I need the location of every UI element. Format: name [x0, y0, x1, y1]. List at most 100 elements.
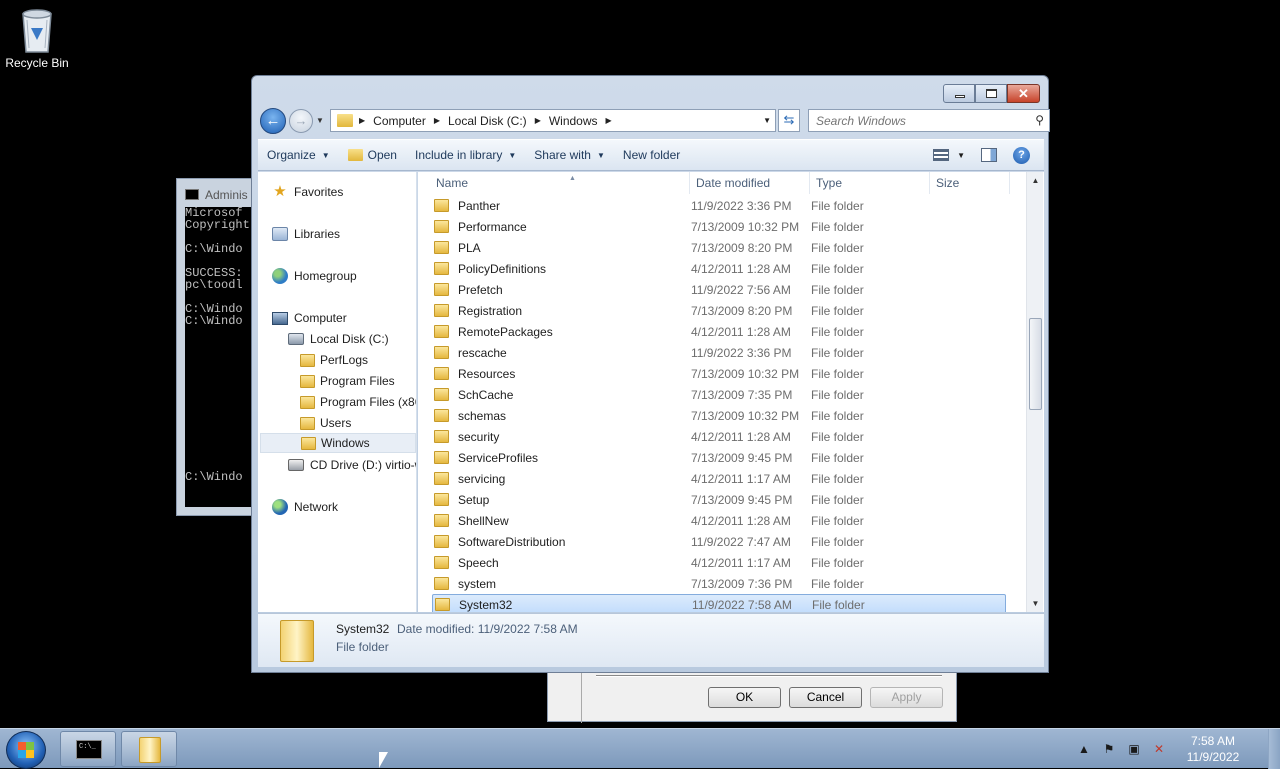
start-button[interactable]	[6, 731, 46, 769]
table-row[interactable]: PLA 7/13/2009 8:20 PM File folder	[432, 237, 1006, 258]
folder-icon	[300, 395, 315, 409]
nav-local-disk[interactable]: Local Disk (C:)	[288, 329, 389, 349]
table-row[interactable]: security 4/12/2011 1:28 AM File folder	[432, 426, 1006, 447]
address-bar[interactable]: ▶ Computer ▶ Local Disk (C:) ▶ Windows ▶…	[330, 109, 776, 132]
preview-pane-icon[interactable]	[981, 148, 997, 162]
breadcrumb-chevron-icon[interactable]: ▶	[359, 116, 365, 125]
recent-pages-dropdown-icon[interactable]: ▼	[316, 116, 324, 125]
table-row[interactable]: Registration 7/13/2009 8:20 PM File folder	[432, 300, 1006, 321]
nav-perflogs[interactable]: PerfLogs	[300, 350, 368, 370]
file-type: File folder	[811, 282, 864, 297]
file-date-modified: 7/13/2009 7:36 PM	[691, 576, 793, 591]
file-name-cell: schemas	[432, 409, 691, 423]
file-date-modified: 7/13/2009 9:45 PM	[691, 492, 793, 507]
nav-program-files-x86-label: Program Files (x86	[320, 395, 417, 409]
close-button[interactable]: ✕	[1007, 84, 1040, 103]
taskbar-explorer-button[interactable]	[121, 731, 177, 767]
scroll-up-icon[interactable]: ▲	[1027, 172, 1044, 189]
table-row[interactable]: PolicyDefinitions 4/12/2011 1:28 AM File f…	[432, 258, 1006, 279]
table-row[interactable]: Setup 7/13/2009 9:45 PM File folder	[432, 489, 1006, 510]
table-row[interactable]: servicing 4/12/2011 1:17 AM File folder	[432, 468, 1006, 489]
table-row[interactable]: RemotePackages 4/12/2011 1:28 AM File fold…	[432, 321, 1006, 342]
libraries-icon	[272, 227, 288, 241]
column-header-name[interactable]: Name ▲	[430, 172, 690, 194]
table-row[interactable]: System32 11/9/2022 7:58 AM File folder	[432, 594, 1006, 612]
console-title-bar[interactable]: Adminis	[177, 179, 255, 207]
console-window[interactable]: Adminis Microsof Copyright C:\Windo SUCCESS…	[176, 178, 256, 516]
table-row[interactable]: Performance 7/13/2009 10:32 PM File folder	[432, 216, 1006, 237]
apply-button[interactable]: Apply	[870, 687, 943, 708]
scrollbar-thumb[interactable]	[1029, 318, 1042, 410]
chevron-down-icon: ▼	[957, 150, 965, 160]
new-folder-button[interactable]: New folder	[614, 139, 689, 171]
table-row[interactable]: Speech 4/12/2011 1:17 AM File folder	[432, 552, 1006, 573]
organize-menu[interactable]: Organize ▼	[258, 139, 339, 171]
clock[interactable]: 7:58 AM 11/9/2022	[1176, 733, 1250, 765]
ok-button[interactable]: OK	[708, 687, 781, 708]
breadcrumb-chevron-icon[interactable]: ▶	[606, 116, 612, 125]
nav-program-files[interactable]: Program Files	[300, 371, 395, 391]
nav-network[interactable]: Network	[272, 497, 338, 517]
console-line: Copyright	[185, 218, 250, 232]
column-header-date-modified[interactable]: Date modified	[690, 172, 810, 194]
vertical-scrollbar[interactable]: ▲ ▼	[1026, 172, 1043, 612]
details-name: System32	[336, 622, 390, 636]
show-desktop-button[interactable]	[1268, 729, 1280, 769]
recycle-bin-desktop-icon[interactable]: Recycle Bin	[2, 6, 72, 70]
table-row[interactable]: Panther 11/9/2022 3:36 PM File folder	[432, 195, 1006, 216]
nav-cd-drive[interactable]: CD Drive (D:) virtio-w	[288, 455, 416, 475]
table-row[interactable]: SoftwareDistribution 11/9/2022 7:47 AM Fil…	[432, 531, 1006, 552]
breadcrumb-local-disk[interactable]: Local Disk (C:)	[448, 114, 527, 128]
nav-libraries[interactable]: Libraries	[272, 224, 340, 244]
folder-icon	[434, 556, 449, 569]
column-header-size[interactable]: Size	[930, 172, 1010, 194]
search-icon[interactable]: ⚲	[1035, 113, 1044, 127]
taskbar-console-button[interactable]: C:\_	[60, 731, 116, 767]
table-row[interactable]: ShellNew 4/12/2011 1:28 AM File folder	[432, 510, 1006, 531]
volume-muted-icon[interactable]: ✕	[1151, 742, 1167, 756]
forward-button[interactable]: →	[289, 109, 313, 133]
maximize-button[interactable]	[975, 84, 1007, 103]
table-row[interactable]: Resources 7/13/2009 10:32 PM File folder	[432, 363, 1006, 384]
search-box[interactable]: ⚲	[808, 109, 1050, 132]
breadcrumb-windows[interactable]: Windows	[549, 114, 598, 128]
table-row[interactable]: SchCache 7/13/2009 7:35 PM File folder	[432, 384, 1006, 405]
change-view-button[interactable]: ▼	[933, 149, 965, 161]
nav-favorites[interactable]: ★ Favorites	[272, 182, 343, 202]
nav-users[interactable]: Users	[300, 413, 351, 433]
file-name: Registration	[458, 303, 523, 318]
column-header-type[interactable]: Type	[810, 172, 930, 194]
nav-windows[interactable]: Windows	[260, 433, 416, 453]
open-button[interactable]: Open	[339, 139, 406, 171]
refresh-button[interactable]: ⇆	[778, 109, 800, 132]
table-row[interactable]: Prefetch 11/9/2022 7:56 AM File folder	[432, 279, 1006, 300]
file-type: File folder	[811, 492, 864, 507]
nav-program-files-x86[interactable]: Program Files (x86	[300, 392, 417, 412]
network-icon	[272, 499, 288, 515]
breadcrumb-chevron-icon[interactable]: ▶	[535, 116, 541, 125]
scroll-down-icon[interactable]: ▼	[1027, 595, 1044, 612]
action-center-flag-icon[interactable]: ⚑	[1101, 742, 1117, 756]
back-button[interactable]: ←	[260, 108, 286, 134]
nav-homegroup[interactable]: Homegroup	[272, 266, 357, 286]
show-hidden-icons-icon[interactable]: ▲	[1076, 742, 1092, 756]
breadcrumb-computer[interactable]: Computer	[373, 114, 426, 128]
cancel-button[interactable]: Cancel	[789, 687, 862, 708]
forward-arrow-icon: →	[294, 113, 308, 128]
explorer-window[interactable]: ✕ ← → ▼ ▶ Computer ▶ Local Disk (C:) ▶ W…	[251, 75, 1050, 673]
table-row[interactable]: schemas 7/13/2009 10:32 PM File folder	[432, 405, 1006, 426]
table-row[interactable]: ServiceProfiles 7/13/2009 9:45 PM File fol…	[432, 447, 1006, 468]
network-status-icon[interactable]: ▣	[1126, 742, 1142, 756]
table-row[interactable]: rescache 11/9/2022 3:36 PM File folder	[432, 342, 1006, 363]
address-dropdown-icon[interactable]: ▼	[763, 116, 771, 125]
help-icon[interactable]: ?	[1013, 146, 1030, 164]
table-row[interactable]: system 7/13/2009 7:36 PM File folder	[432, 573, 1006, 594]
include-in-library-menu[interactable]: Include in library ▼	[406, 139, 525, 171]
search-input[interactable]	[809, 110, 1019, 131]
share-with-menu[interactable]: Share with ▼	[525, 139, 614, 171]
nav-computer[interactable]: Computer	[272, 308, 347, 328]
breadcrumb-chevron-icon[interactable]: ▶	[434, 116, 440, 125]
minimize-button[interactable]	[943, 84, 975, 103]
